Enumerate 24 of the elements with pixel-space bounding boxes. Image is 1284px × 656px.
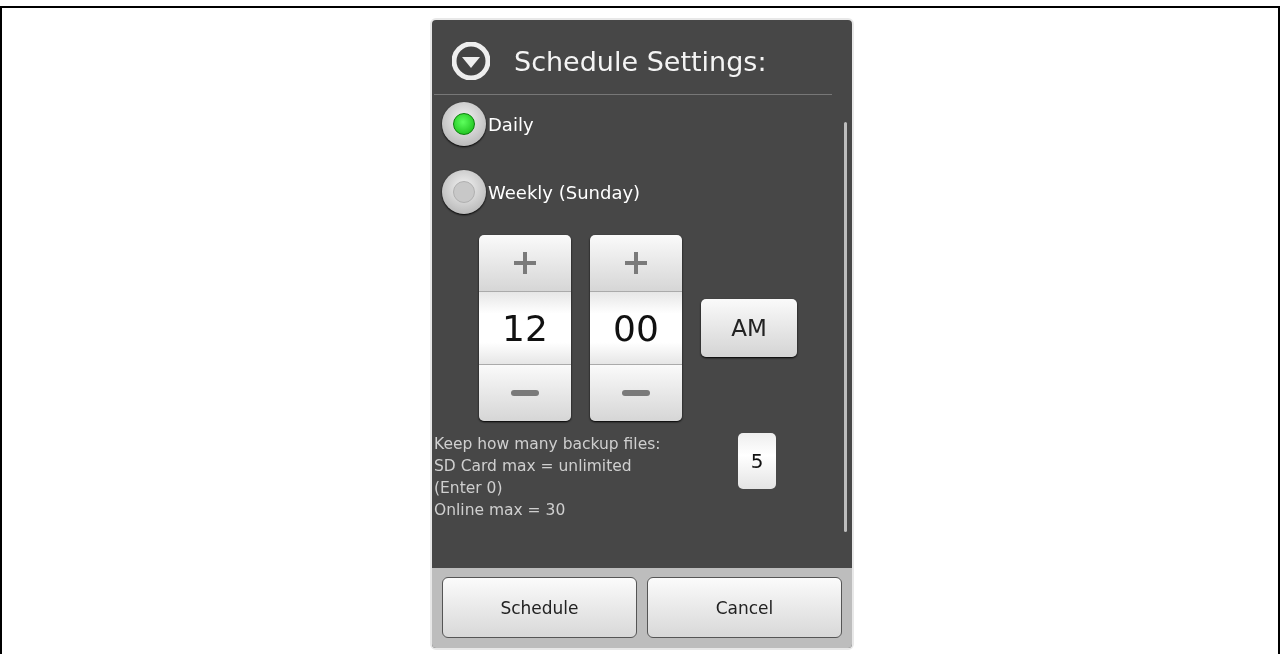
dialog-button[interactable]: Cancel [647, 577, 842, 638]
radio-label: Daily [488, 113, 534, 135]
time-value: 12 [479, 291, 571, 365]
dialog-title: Schedule Settings: [514, 45, 767, 77]
help-text: Online max = 30 [434, 500, 567, 521]
scrollbar[interactable] [844, 122, 847, 532]
count-input[interactable]: 5 [738, 433, 776, 489]
increment-button[interactable] [479, 235, 571, 291]
minus-icon [622, 390, 650, 396]
radio-button[interactable] [442, 102, 486, 146]
plus-icon [625, 252, 647, 274]
decrement-button[interactable] [590, 365, 682, 421]
period-button[interactable]: AM [701, 299, 797, 357]
plus-icon [514, 252, 536, 274]
decrement-button[interactable] [479, 365, 571, 421]
minus-icon [511, 390, 539, 396]
help-text: Keep how many backup files: [434, 434, 662, 455]
increment-button[interactable] [590, 235, 682, 291]
help-text: SD Card max = unlimited [434, 456, 633, 477]
help-text: (Enter 0) [434, 478, 504, 499]
dialog-button[interactable]: Schedule [442, 577, 637, 638]
radio-label: Weekly (Sunday) [488, 181, 641, 203]
time-value: 00 [590, 291, 682, 365]
radio-button[interactable] [442, 170, 486, 214]
